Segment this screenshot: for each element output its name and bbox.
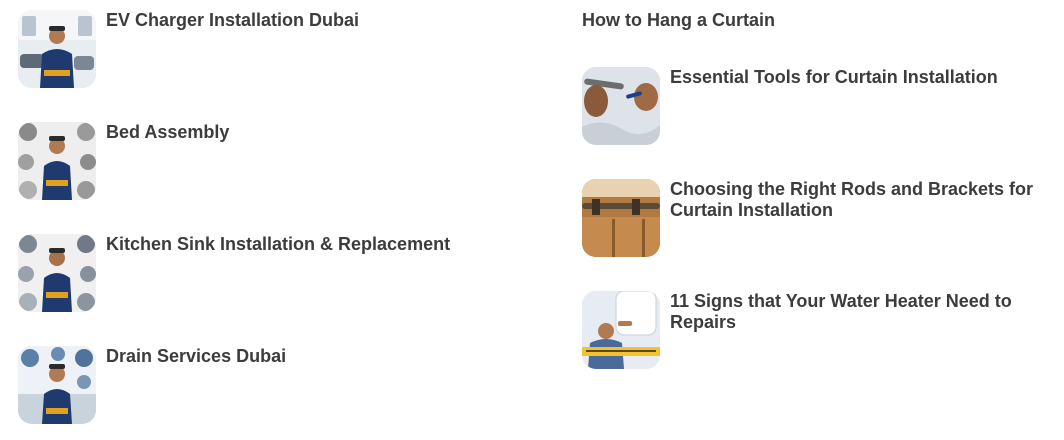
- post-title[interactable]: Drain Services Dubai: [106, 346, 536, 367]
- post-title[interactable]: Bed Assembly: [106, 122, 536, 143]
- ev-charger-technician-image[interactable]: [18, 10, 96, 88]
- kitchen-sink-technician-image-art: [18, 234, 96, 312]
- post-title[interactable]: 11 Signs that Your Water Heater Need to …: [670, 291, 1064, 333]
- curtain-rod-bracket-image[interactable]: [582, 179, 660, 257]
- post-title[interactable]: Kitchen Sink Installation & Replacement: [106, 234, 536, 255]
- bed-assembly-technician-image-art: [18, 122, 96, 200]
- drain-services-technician-image-art: [18, 346, 96, 424]
- curtain-tools-image[interactable]: [582, 67, 660, 145]
- bed-assembly-technician-image[interactable]: [18, 122, 96, 200]
- post-title[interactable]: EV Charger Installation Dubai: [106, 10, 536, 31]
- related-heading-link[interactable]: How to Hang a Curtain: [582, 10, 775, 31]
- post-title[interactable]: Choosing the Right Rods and Brackets for…: [670, 179, 1064, 221]
- water-heater-repair-image[interactable]: [582, 291, 660, 369]
- drain-services-technician-image[interactable]: [18, 346, 96, 424]
- kitchen-sink-technician-image[interactable]: [18, 234, 96, 312]
- water-heater-repair-image-art: [582, 291, 660, 369]
- post-title[interactable]: Essential Tools for Curtain Installation: [670, 67, 1064, 88]
- curtain-rod-bracket-image-art: [582, 179, 660, 257]
- curtain-tools-image-art: [582, 67, 660, 145]
- ev-charger-technician-image-art: [18, 10, 96, 88]
